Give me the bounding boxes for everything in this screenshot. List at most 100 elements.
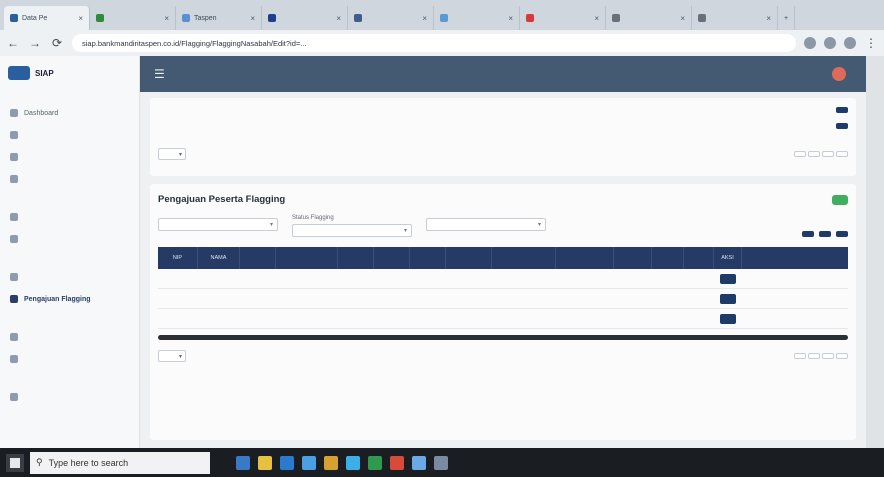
sidebar-item[interactable]: Dashboard	[0, 102, 139, 124]
page-size-select[interactable]: ▾	[158, 350, 186, 362]
filter-action-button[interactable]	[836, 231, 848, 237]
pagination-button[interactable]	[794, 353, 806, 359]
back-icon[interactable]: ←	[6, 36, 20, 50]
table-body	[158, 269, 848, 329]
column-header[interactable]	[652, 247, 684, 269]
sidebar-item[interactable]: Pengajuan Flagging	[0, 288, 139, 310]
sidebar-item[interactable]	[0, 326, 139, 348]
column-header[interactable]	[374, 247, 410, 269]
column-header[interactable]	[240, 247, 276, 269]
row-action-button[interactable]	[836, 107, 848, 113]
pagination-button[interactable]	[822, 353, 834, 359]
brand[interactable]: SIAP	[0, 56, 139, 86]
filter-action-button[interactable]	[819, 231, 831, 237]
close-icon[interactable]: ×	[766, 14, 771, 23]
column-header[interactable]	[556, 247, 614, 269]
sidebar-item[interactable]	[0, 168, 139, 190]
browser-tab[interactable]: ×	[90, 6, 176, 30]
pagination-button[interactable]	[836, 151, 848, 157]
column-header[interactable]: AKSI	[714, 247, 742, 269]
sidebar-item[interactable]	[0, 124, 139, 146]
column-header[interactable]	[614, 247, 652, 269]
filter-action-button[interactable]	[802, 231, 814, 237]
column-header[interactable]: NIP	[158, 247, 198, 269]
taskbar-app-icon[interactable]	[412, 455, 426, 470]
edit-button[interactable]	[720, 293, 736, 304]
chevron-down-icon: ▾	[403, 228, 407, 234]
close-icon[interactable]: ×	[78, 14, 83, 23]
taskbar-app-icon[interactable]	[434, 455, 448, 470]
close-icon[interactable]: ×	[336, 14, 341, 23]
column-header[interactable]	[684, 247, 714, 269]
table-cell	[374, 289, 410, 308]
column-header[interactable]	[276, 247, 338, 269]
taskbar-app-icon[interactable]	[236, 455, 250, 470]
sidebar-item[interactable]	[0, 228, 139, 250]
edit-button[interactable]	[720, 273, 736, 284]
browser-menu-icon[interactable]: ⋮	[864, 36, 878, 50]
pagination-button[interactable]	[836, 353, 848, 359]
browser-tab[interactable]: Taspen ×	[176, 6, 262, 30]
taskbar-app-icon[interactable]	[258, 455, 272, 470]
pagination-button[interactable]	[808, 353, 820, 359]
row-action-button[interactable]	[836, 123, 848, 129]
close-icon[interactable]: ×	[250, 14, 255, 23]
reload-icon[interactable]: ⟳	[50, 36, 64, 50]
close-icon[interactable]: ×	[164, 14, 169, 23]
browser-tab[interactable]: ×	[434, 6, 520, 30]
profile-icon[interactable]	[844, 37, 856, 49]
pagination-button[interactable]	[794, 151, 806, 157]
add-flagging-button[interactable]	[832, 194, 848, 205]
taskbar-app-icon[interactable]	[324, 455, 338, 470]
column-header[interactable]	[446, 247, 492, 269]
column-header[interactable]	[338, 247, 374, 269]
new-tab-icon[interactable]: +	[778, 6, 796, 30]
taskbar-app-icon[interactable]	[390, 455, 404, 470]
close-icon[interactable]: ×	[422, 14, 427, 23]
table-cell	[158, 269, 198, 288]
browser-tab[interactable]: ×	[520, 6, 606, 30]
taskbar-app-icon[interactable]	[280, 455, 294, 470]
pagination-button[interactable]	[822, 151, 834, 157]
taskbar-app-icon[interactable]	[368, 455, 382, 470]
sidebar-item[interactable]	[0, 266, 139, 288]
filter-group: ▾	[426, 215, 546, 237]
taskbar-app-icon[interactable]	[302, 455, 316, 470]
horizontal-scrollbar[interactable]	[158, 335, 848, 340]
browser-tab[interactable]: ×	[692, 6, 778, 30]
close-icon[interactable]: ×	[508, 14, 513, 23]
browser-tab[interactable]: ×	[262, 6, 348, 30]
sidebar-item[interactable]	[0, 206, 139, 228]
forward-icon[interactable]: →	[28, 36, 42, 50]
pagination-button[interactable]	[808, 151, 820, 157]
taskbar-search[interactable]: ⚲ Type here to search	[30, 451, 210, 474]
column-header[interactable]: NAMA	[198, 247, 240, 269]
user-menu[interactable]	[832, 67, 852, 81]
filter-select[interactable]: ▾	[426, 218, 546, 231]
table-cell	[338, 269, 374, 288]
start-button[interactable]	[6, 453, 24, 472]
column-header[interactable]	[492, 247, 556, 269]
filter-select[interactable]: ▾	[292, 224, 412, 237]
avatar	[832, 67, 846, 81]
extension-icon[interactable]	[824, 37, 836, 49]
browser-tab[interactable]: ×	[606, 6, 692, 30]
close-icon[interactable]: ×	[680, 14, 685, 23]
close-icon[interactable]: ×	[594, 14, 599, 23]
taskbar-app-icon[interactable]	[346, 455, 360, 470]
hamburger-icon[interactable]: ☰	[154, 67, 165, 81]
url-field[interactable]: siap.bankmandiritaspen.co.id/Flagging/Fl…	[72, 34, 796, 52]
table-cell	[276, 269, 338, 288]
extension-icon[interactable]	[804, 37, 816, 49]
filter-select[interactable]: ▾	[158, 218, 278, 231]
table-cell	[492, 309, 556, 328]
browser-tab[interactable]: ×	[348, 6, 434, 30]
sidebar-item[interactable]	[0, 146, 139, 168]
sidebar-item[interactable]	[0, 386, 139, 408]
browser-tab[interactable]: Data Pe ×	[4, 6, 90, 30]
filter-group: Status Flagging ▾	[292, 215, 412, 237]
page-size-select[interactable]: ▾	[158, 148, 186, 160]
edit-button[interactable]	[720, 313, 736, 324]
sidebar-item[interactable]	[0, 348, 139, 370]
column-header[interactable]	[410, 247, 446, 269]
